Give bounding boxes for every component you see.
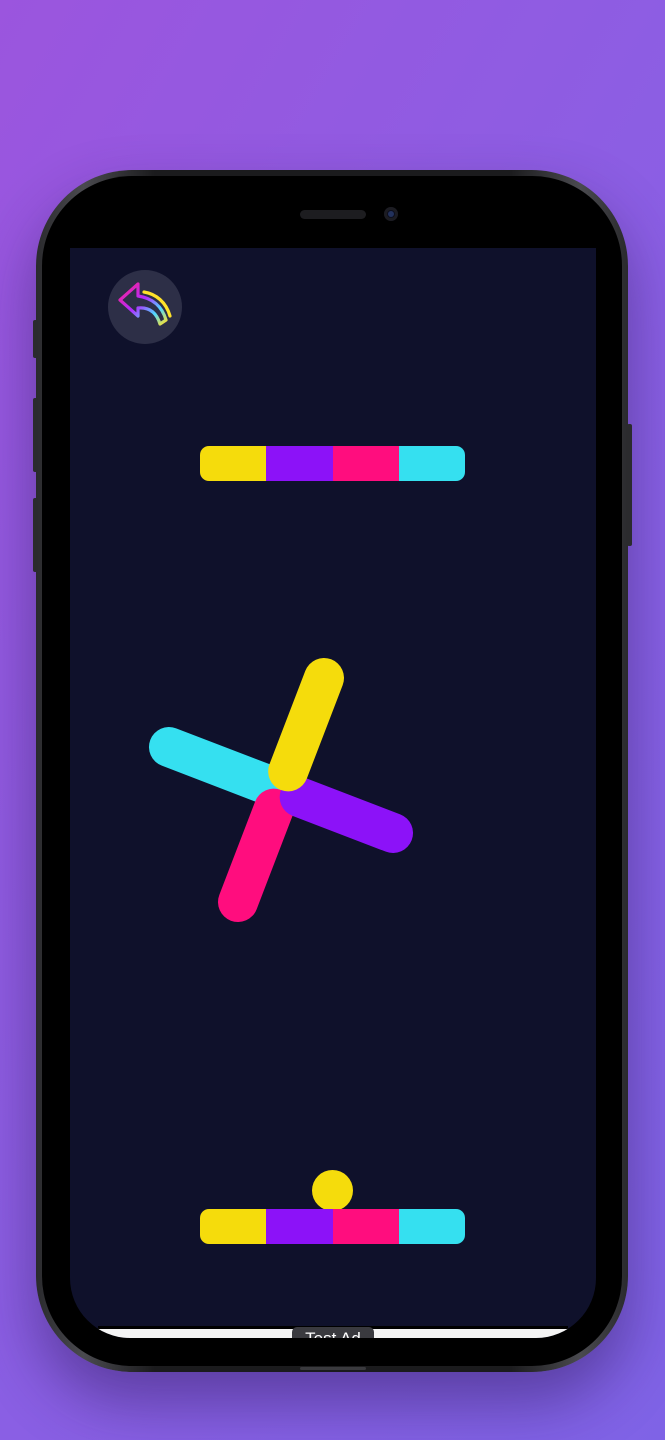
volume-up-button bbox=[33, 398, 38, 472]
earpiece-speaker bbox=[300, 210, 366, 219]
mute-switch bbox=[33, 320, 38, 358]
game-screen[interactable]: Test Ad bbox=[70, 248, 596, 1338]
bottom-bezel-detail bbox=[300, 1367, 366, 1370]
volume-down-button bbox=[33, 498, 38, 572]
bottom-bar-segment-cyan bbox=[398, 1209, 465, 1244]
power-button bbox=[627, 424, 632, 546]
bottom-bar-segment-purple bbox=[266, 1209, 333, 1244]
front-camera bbox=[384, 207, 398, 221]
bottom-bar-segment-yellow bbox=[200, 1209, 267, 1244]
bottom-color-bar bbox=[200, 1209, 465, 1244]
player-ball bbox=[312, 1170, 353, 1211]
bottom-bar-segment-pink bbox=[332, 1209, 399, 1244]
ad-label: Test Ad bbox=[292, 1327, 374, 1338]
spinner-arm-yellow bbox=[268, 657, 345, 792]
